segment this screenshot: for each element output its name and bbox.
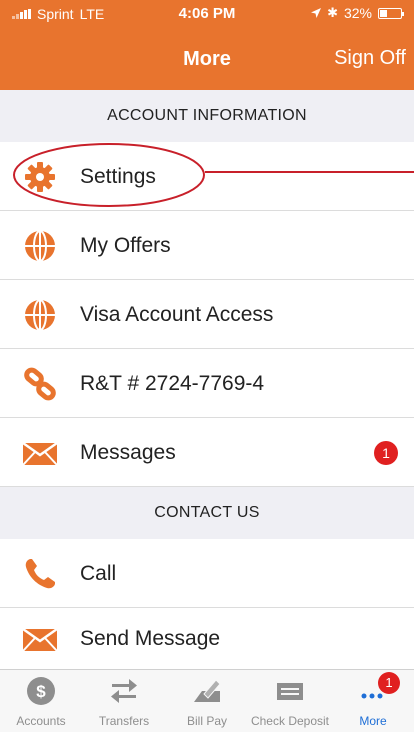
link-icon [24,367,56,401]
more-badge: 1 [378,672,400,694]
envelope-icon [22,627,58,652]
visa-account-access-label: Visa Account Access [80,303,274,326]
pencil-paper-icon [194,679,221,702]
send-message-label: Send Message [80,627,221,650]
settings-row[interactable]: Settings [0,142,414,211]
section-header-contact-us: CONTACT US [0,487,414,539]
tab-transfers[interactable]: Transfers [83,670,165,732]
visa-account-access-row[interactable]: Visa Account Access [0,280,414,349]
transfer-arrows-icon [111,679,137,703]
annotation-line [205,171,414,173]
phone-icon [25,559,55,589]
messages-row[interactable]: Messages 1 [0,418,414,487]
tab-accounts-label: Accounts [16,714,66,728]
tab-check-deposit[interactable]: Check Deposit [249,670,331,732]
tab-more[interactable]: 1 More [332,670,414,732]
send-message-row[interactable]: Send Message [0,608,414,669]
my-offers-label: My Offers [80,234,171,257]
battery-icon [378,7,404,19]
messages-badge: 1 [374,441,398,465]
check-icon [277,683,303,700]
svg-text:$: $ [36,682,46,701]
tab-check-deposit-label: Check Deposit [250,714,330,728]
call-row[interactable]: Call [0,539,414,608]
messages-label: Messages [80,441,176,464]
envelope-icon [22,441,58,466]
my-offers-row[interactable]: My Offers [0,211,414,280]
routing-transit-row[interactable]: R&T # 2724-7769-4 [0,349,414,418]
sign-off-button[interactable]: Sign Off [334,47,406,70]
settings-label: Settings [80,165,156,188]
tab-bar: $ Accounts Transfers Bill Pay Check Depo… [0,669,414,732]
globe-icon [25,299,55,331]
location-arrow-icon [311,8,322,18]
nav-bar: More Sign Off [0,28,414,90]
tab-accounts[interactable]: $ Accounts [0,670,82,732]
routing-transit-label: R&T # 2724-7769-4 [80,372,265,395]
bluetooth-icon: ✱ [327,5,338,20]
tab-transfers-label: Transfers [98,714,150,728]
dollar-circle-icon: $ [27,677,55,705]
battery-percent: 32% [343,5,372,21]
status-bar: Sprint LTE 4:06 PM ✱ 32% [0,0,414,28]
call-label: Call [80,562,117,585]
section-header-account-information: ACCOUNT INFORMATION [0,90,414,142]
tab-bill-pay-label: Bill Pay [186,714,227,728]
globe-icon [25,230,55,262]
status-right: ✱ 32% [311,5,404,21]
tab-bill-pay[interactable]: Bill Pay [166,670,248,732]
tab-more-label: More [359,714,387,728]
gear-icon [25,162,55,192]
